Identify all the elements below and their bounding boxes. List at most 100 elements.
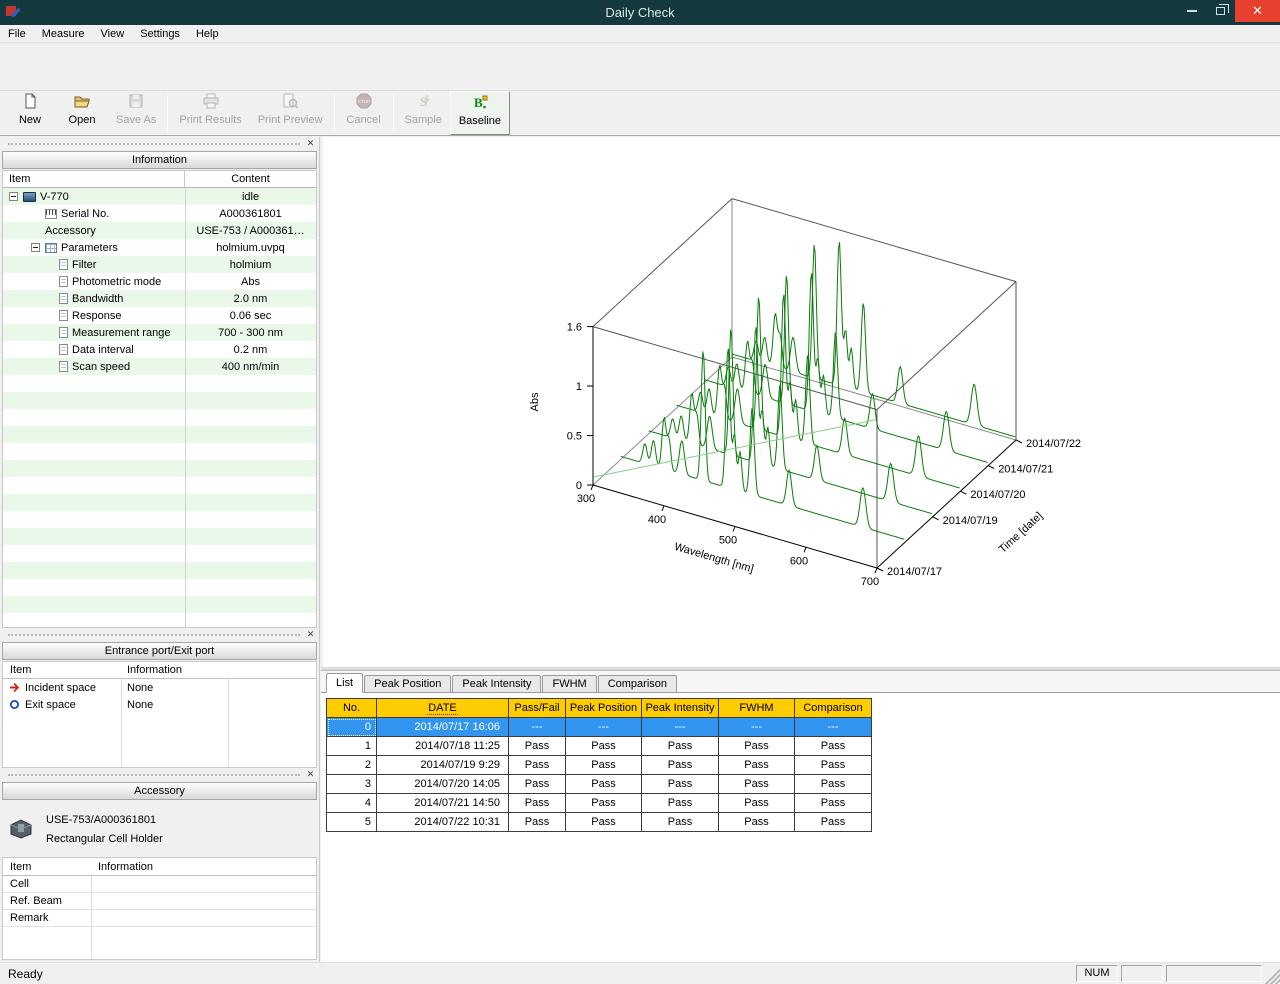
results-col-header[interactable]: DATE [377, 699, 509, 718]
column-header-item[interactable]: Item [3, 861, 91, 873]
svg-text:Abs: Abs [529, 392, 541, 411]
accessory-rows: Cell Ref. BeamRemark [3, 876, 316, 927]
results-col-header[interactable]: Peak Intensity [642, 699, 719, 718]
information-row-empty [3, 392, 316, 409]
information-row[interactable]: Filterholmium [3, 256, 316, 273]
information-row[interactable]: Serial No.A000361801 [3, 205, 316, 222]
close-panel-icon[interactable]: ✕ [305, 629, 316, 640]
tab-peak-position[interactable]: Peak Position [364, 675, 451, 692]
pass-fail-cell: Pass [509, 775, 566, 794]
drag-handle[interactable] [8, 143, 300, 145]
menu-view[interactable]: View [93, 25, 133, 43]
close-panel-icon[interactable]: ✕ [305, 769, 316, 780]
status-cell-empty [1166, 965, 1262, 982]
printer-icon [203, 93, 219, 112]
tab-fwhm[interactable]: FWHM [542, 675, 596, 692]
date-cell: 2014/07/17 16:06 [377, 718, 509, 737]
num-lock-indicator: NUM [1076, 965, 1118, 982]
results-col-header[interactable]: Comparison [795, 699, 872, 718]
svg-text:2014/07/21: 2014/07/21 [998, 464, 1053, 476]
accessory-panel-grip[interactable]: ✕ [0, 768, 319, 781]
drag-handle[interactable] [8, 774, 300, 776]
peak-intensity-cell: Pass [642, 794, 719, 813]
svg-text:400: 400 [648, 514, 666, 526]
accessory-row[interactable]: Cell [3, 876, 316, 893]
results-col-header[interactable]: Peak Position [566, 699, 642, 718]
save-as-button[interactable]: Save As [108, 91, 164, 135]
info-content-value: A000361801 [185, 208, 316, 220]
port-info-value: None [121, 699, 316, 711]
tab-peak-intensity[interactable]: Peak Intensity [452, 675, 541, 692]
tree-expander-icon[interactable] [9, 192, 18, 201]
ports-panel-grip[interactable]: ✕ [0, 628, 319, 641]
column-header-item[interactable]: Item [3, 664, 121, 676]
spectrum-trace [704, 274, 987, 463]
results-row[interactable]: 32014/07/20 14:05PassPassPassPassPass [327, 775, 872, 794]
peak-position-cell: Pass [566, 775, 642, 794]
information-row[interactable]: Parametersholmium.uvpq [3, 239, 316, 256]
port-row[interactable]: Incident spaceNone [3, 679, 316, 696]
accessory-item-label: Cell [3, 878, 91, 890]
menu-file[interactable]: File [0, 25, 34, 43]
column-header-item[interactable]: Item [3, 171, 185, 188]
information-row[interactable]: Response0.06 sec [3, 307, 316, 324]
accessory-row[interactable]: Ref. Beam [3, 893, 316, 910]
results-col-header[interactable]: No. [327, 699, 377, 718]
spectrometer-icon [23, 192, 36, 202]
information-row[interactable]: Bandwidth2.0 nm [3, 290, 316, 307]
information-row[interactable]: Measurement range700 - 300 nm [3, 324, 316, 341]
maximize-button[interactable] [1206, 0, 1235, 22]
close-button[interactable]: ✕ [1235, 0, 1280, 22]
results-row[interactable]: 22014/07/19 9:29PassPassPassPassPass [327, 756, 872, 775]
column-header-content[interactable]: Content [185, 173, 316, 185]
port-row[interactable]: Exit spaceNone [3, 696, 316, 713]
minimize-button[interactable] [1177, 0, 1206, 22]
baseline-button[interactable]: B Baseline [450, 91, 510, 135]
cancel-button[interactable]: STOP Cancel [338, 91, 390, 135]
param-icon [59, 344, 68, 355]
tab-comparison[interactable]: Comparison [598, 675, 677, 692]
tab-list[interactable]: List [326, 673, 363, 693]
param-icon [59, 293, 68, 304]
svg-text:600: 600 [790, 555, 808, 567]
new-button[interactable]: New [4, 91, 56, 135]
results-col-header[interactable]: Pass/Fail [509, 699, 566, 718]
information-row[interactable]: AccessoryUSE-753 / A000361… [3, 222, 316, 239]
drag-handle[interactable] [8, 634, 300, 636]
menu-measure[interactable]: Measure [34, 25, 93, 43]
accessory-name: USE-753/A000361801 [46, 814, 163, 826]
tree-expander-icon[interactable] [31, 243, 40, 252]
information-row[interactable]: Scan speed400 nm/min [3, 358, 316, 375]
results-row[interactable]: 12014/07/18 11:25PassPassPassPassPass [327, 737, 872, 756]
column-header-information[interactable]: Information [91, 861, 316, 873]
menu-help[interactable]: Help [188, 25, 227, 43]
peak-position-cell: Pass [566, 813, 642, 832]
column-header-information[interactable]: Information [121, 664, 316, 676]
print-preview-button[interactable]: Print Preview [250, 91, 331, 135]
exit-icon [9, 699, 25, 711]
print-results-button[interactable]: Print Results [171, 91, 249, 135]
open-button[interactable]: Open [56, 91, 108, 135]
results-row[interactable]: 02014/07/17 16:06--------------- [327, 718, 872, 737]
spectra-3d-chart: 00.511.63004005006007002014/07/172014/07… [323, 137, 1280, 667]
info-item-label: Bandwidth [72, 293, 123, 305]
toolbar-separator [393, 95, 394, 131]
info-content-value: holmium.uvpq [185, 242, 316, 254]
menu-settings[interactable]: Settings [132, 25, 188, 43]
results-col-header[interactable]: FWHM [719, 699, 795, 718]
sample-button[interactable]: S Sample [397, 91, 450, 135]
row-number-cell: 1 [327, 737, 377, 756]
information-panel-grip[interactable]: ✕ [0, 137, 319, 150]
ports-table-header: Item Information [3, 662, 316, 679]
close-panel-icon[interactable]: ✕ [305, 138, 316, 149]
baseline-icon: B [472, 94, 488, 113]
information-row[interactable]: Data interval0.2 nm [3, 341, 316, 358]
information-row[interactable]: Photometric modeAbs [3, 273, 316, 290]
information-row[interactable]: V-770idle [3, 188, 316, 205]
info-content-value: 400 nm/min [185, 361, 316, 373]
results-row[interactable]: 52014/07/22 10:31PassPassPassPassPass [327, 813, 872, 832]
information-table: Item Content V-770idleSerial No.A0003618… [2, 170, 317, 628]
resize-grip[interactable] [1265, 963, 1280, 984]
results-row[interactable]: 42014/07/21 14:50PassPassPassPassPass [327, 794, 872, 813]
accessory-row[interactable]: Remark [3, 910, 316, 927]
